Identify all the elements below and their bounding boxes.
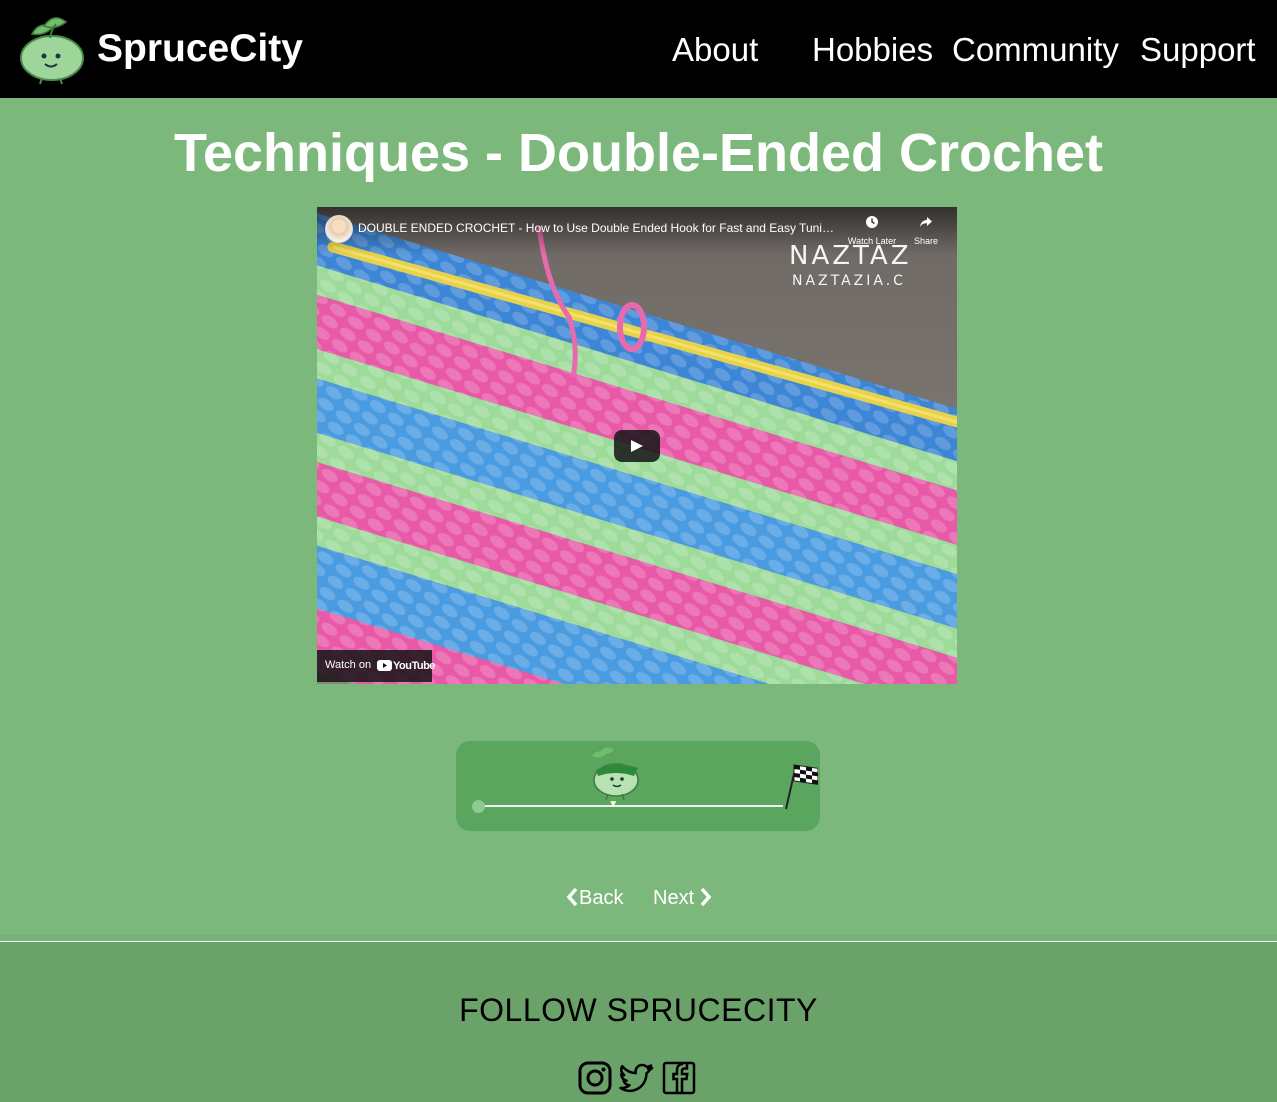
nav-about[interactable]: About	[672, 30, 758, 70]
nav-support[interactable]: Support	[1140, 30, 1256, 70]
progress-start-dot	[472, 800, 485, 813]
youtube-logo-icon	[377, 660, 392, 671]
brand-name[interactable]: SpruceCity	[97, 26, 303, 72]
page-title: Techniques - Double-Ended Crochet	[173, 123, 1104, 183]
lesson-progress-tracker: ▼	[456, 741, 820, 831]
video-title[interactable]: DOUBLE ENDED CROCHET - How to Use Double…	[358, 220, 838, 236]
back-label: Back	[579, 887, 624, 909]
nav-hobbies[interactable]: Hobbies	[812, 30, 933, 70]
back-button[interactable]: Back	[566, 886, 623, 910]
instagram-icon[interactable]	[577, 1060, 613, 1096]
watch-on-youtube-button[interactable]: Watch on YouTube	[317, 650, 435, 682]
channel-avatar[interactable]	[325, 215, 353, 243]
youtube-wordmark: YouTube	[393, 660, 435, 672]
next-label: Next	[653, 887, 695, 909]
chevron-right-icon	[700, 887, 712, 907]
progress-track	[478, 805, 783, 807]
follow-heading: FOLLOW SPRUCECITY	[459, 992, 818, 1028]
twitter-icon[interactable]	[619, 1060, 655, 1096]
nav-community[interactable]: Community	[952, 30, 1119, 70]
sprucecity-logo-icon[interactable]	[14, 8, 88, 86]
mascot-runner-icon	[592, 747, 639, 801]
share-icon	[920, 217, 932, 227]
finish-flag-icon	[785, 764, 818, 810]
play-button[interactable]	[614, 430, 660, 462]
top-navigation-bar: SpruceCity About Hobbies Community Suppo…	[0, 0, 1277, 98]
footer-divider	[0, 941, 1277, 942]
footer: FOLLOW SPRUCECITY	[0, 935, 1277, 1102]
chevron-left-icon	[566, 887, 578, 907]
video-embed[interactable]: DOUBLE ENDED CROCHET - How to Use Double…	[317, 207, 957, 684]
video-watermark: NAZTAZ	[789, 241, 912, 271]
video-watermark-sub: NAZTAZIA.C	[792, 273, 906, 289]
play-icon	[631, 440, 643, 452]
clock-icon	[866, 216, 878, 228]
facebook-icon[interactable]	[661, 1060, 697, 1096]
watch-on-label: Watch on	[325, 659, 372, 671]
next-button[interactable]: Next	[653, 886, 713, 910]
